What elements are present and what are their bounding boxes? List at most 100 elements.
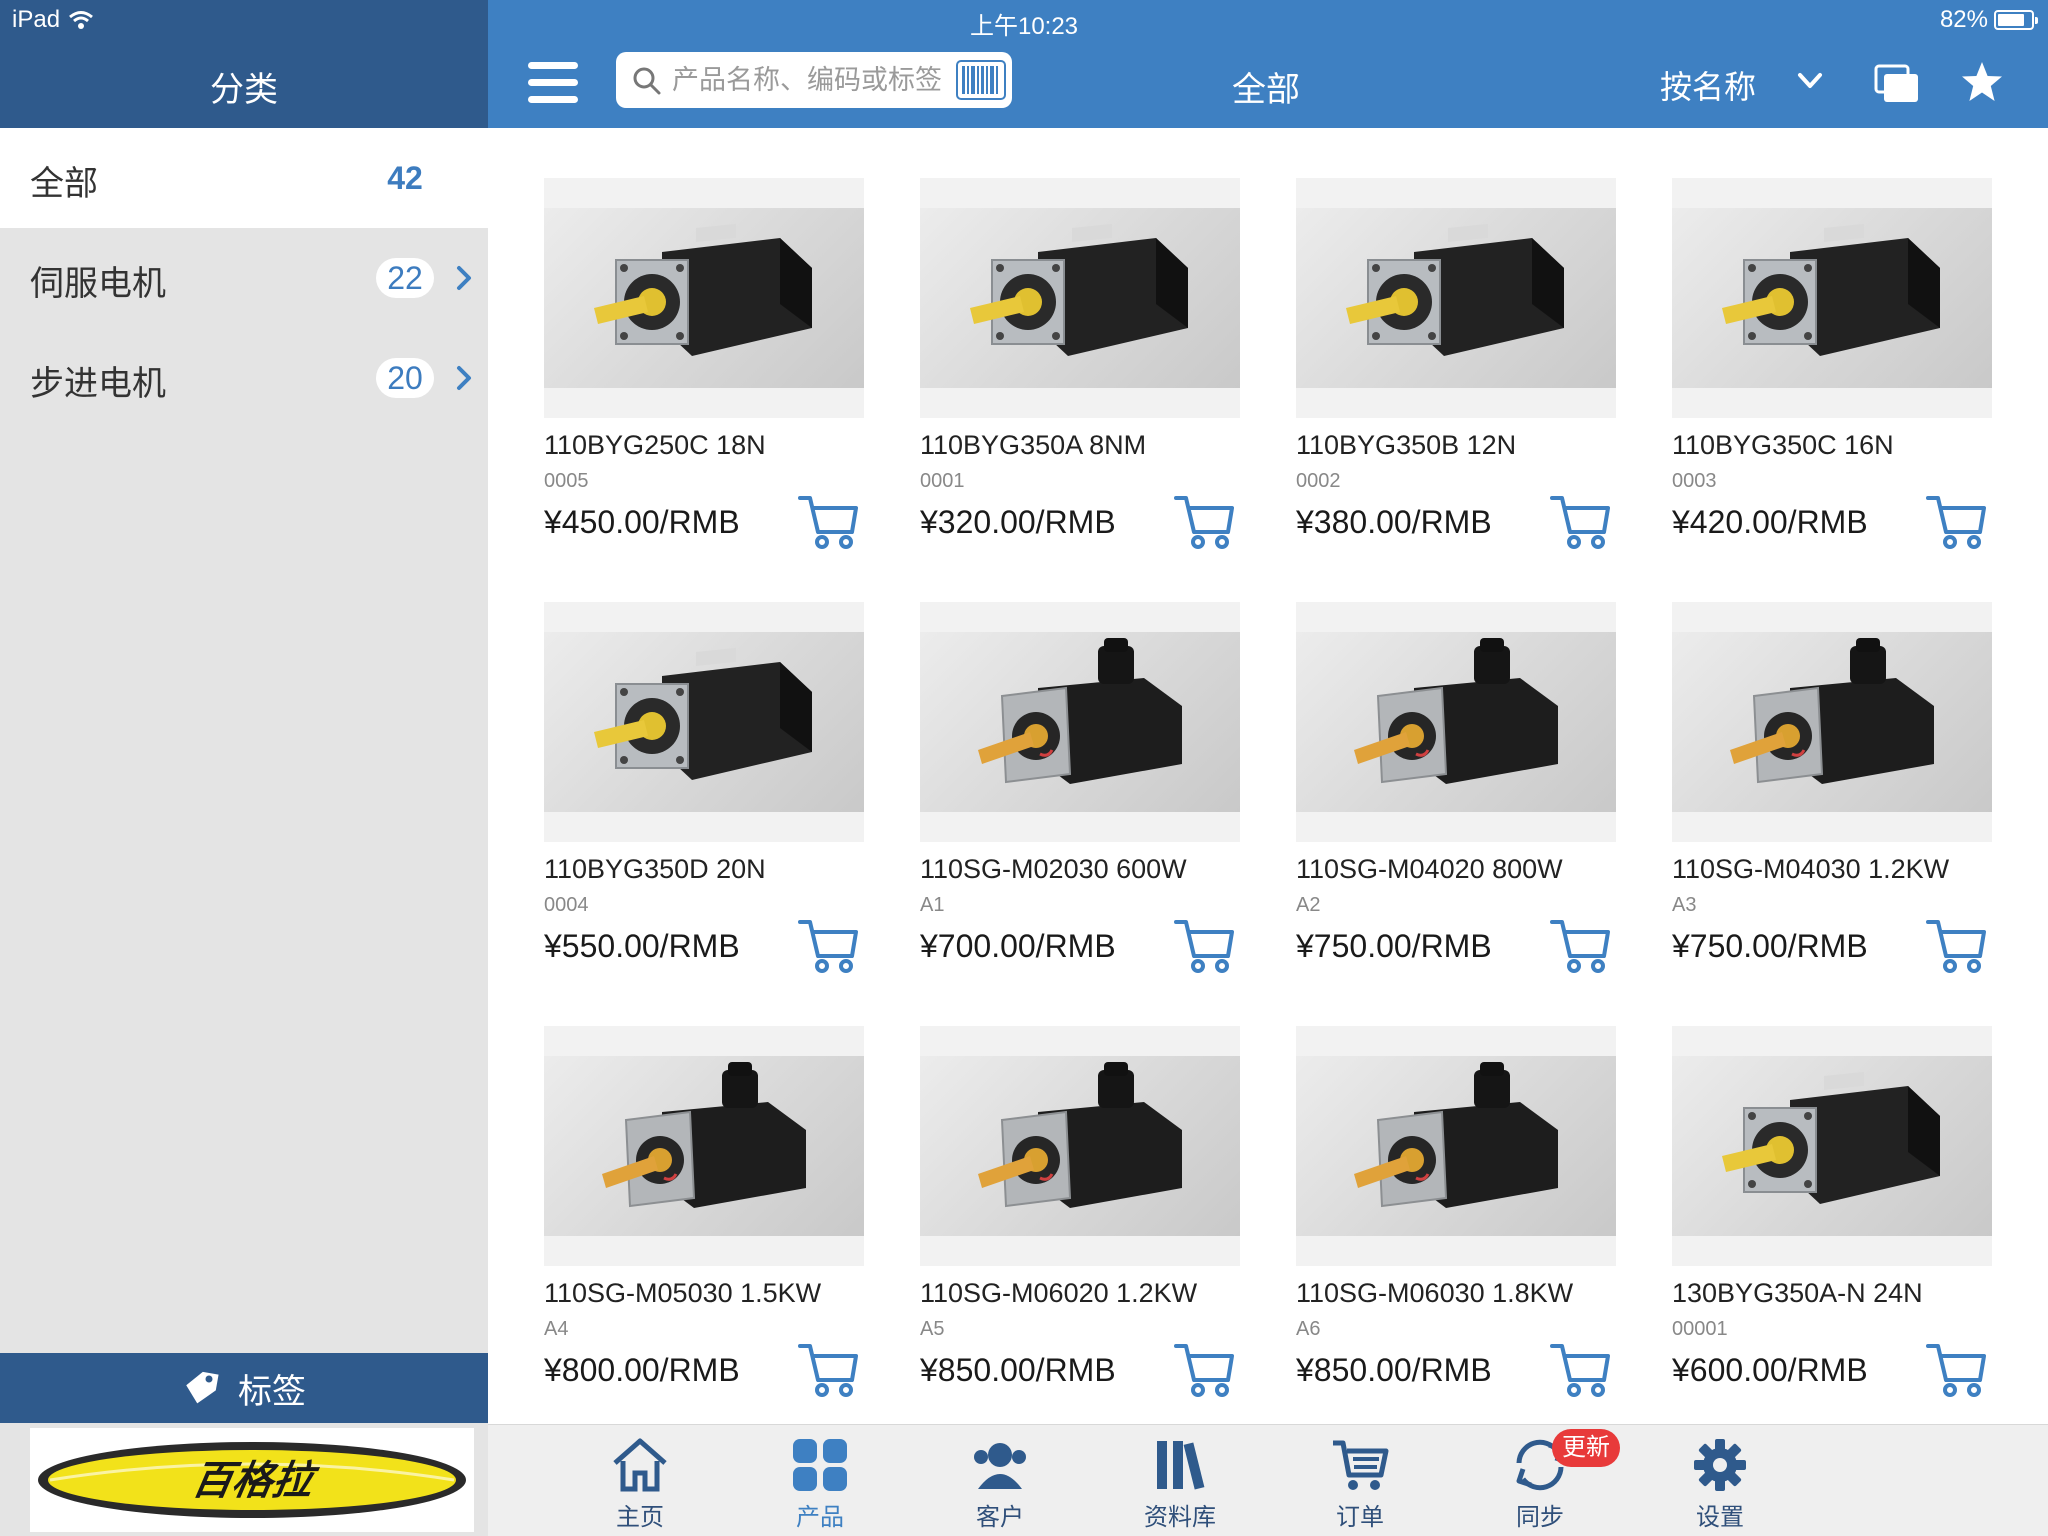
add-to-cart-icon[interactable] — [1172, 1336, 1236, 1400]
tab-library[interactable]: 资料库 — [1120, 1435, 1240, 1535]
tab-products[interactable]: 产品 — [760, 1435, 880, 1535]
tab-label: 产品 — [796, 1504, 844, 1531]
product-card[interactable]: 110SG-M05030 1.5KW A4 ¥800.00/RMB — [544, 1026, 864, 1426]
add-to-cart-icon[interactable] — [1548, 912, 1612, 976]
product-photo — [1672, 632, 1992, 812]
add-to-cart-icon[interactable] — [1548, 1336, 1612, 1400]
product-image[interactable] — [920, 602, 1240, 842]
product-price: ¥420.00/RMB — [1672, 504, 1868, 540]
category-count: 20 — [376, 358, 434, 398]
product-photo — [1296, 208, 1616, 388]
product-code: A5 — [920, 1318, 945, 1340]
product-name: 110SG-M02030 600W — [920, 854, 1187, 884]
product-image[interactable] — [1296, 602, 1616, 842]
category-label: 全部 — [30, 165, 98, 203]
product-card[interactable]: 110BYG350D 20N 0004 ¥550.00/RMB — [544, 602, 864, 1002]
chevron-down-icon[interactable] — [1796, 70, 1824, 92]
product-price: ¥450.00/RMB — [544, 504, 740, 540]
update-badge: 更新 — [1552, 1429, 1620, 1467]
product-photo — [920, 208, 1240, 388]
add-to-cart-icon[interactable] — [796, 488, 860, 552]
status-time: 上午10:23 — [969, 13, 1079, 40]
product-card[interactable]: 110BYG350C 16N 0003 ¥420.00/RMB — [1672, 178, 1992, 578]
category-item-servo-motors[interactable]: 伺服电机 22 — [0, 228, 488, 328]
add-to-cart-icon[interactable] — [1924, 912, 1988, 976]
product-code: A3 — [1672, 894, 1697, 916]
status-bar: iPad 上午10:23 82% — [0, 0, 2048, 40]
favorite-star-icon[interactable] — [1960, 60, 2004, 104]
customers-icon — [974, 1443, 1026, 1489]
battery-indicator: 82% — [1940, 6, 2038, 34]
product-card[interactable]: 110BYG350B 12N 0002 ¥380.00/RMB — [1296, 178, 1616, 578]
page-title: 全部 — [1232, 71, 1300, 109]
barcode-scan-icon[interactable] — [956, 60, 1006, 100]
product-code: A4 — [544, 1318, 569, 1340]
product-image[interactable] — [1672, 178, 1992, 418]
tab-orders[interactable]: 订单 — [1300, 1435, 1420, 1535]
chevron-right-icon — [457, 366, 471, 390]
tab-customers[interactable]: 客户 — [940, 1435, 1060, 1535]
product-name: 110SG-M06020 1.2KW — [920, 1278, 1198, 1308]
product-photo — [544, 1056, 864, 1236]
company-logo: 百格拉 — [30, 1428, 474, 1532]
category-count: 42 — [387, 160, 423, 196]
add-to-cart-icon[interactable] — [1924, 488, 1988, 552]
product-price: ¥850.00/RMB — [920, 1352, 1116, 1388]
add-to-cart-icon[interactable] — [1172, 912, 1236, 976]
product-image[interactable] — [1672, 1026, 1992, 1266]
add-to-cart-icon[interactable] — [796, 1336, 860, 1400]
product-name: 110BYG350C 16N — [1672, 430, 1894, 460]
menu-button[interactable] — [528, 62, 578, 104]
tab-home[interactable]: 主页 — [580, 1435, 700, 1535]
product-image[interactable] — [920, 178, 1240, 418]
product-image[interactable] — [1296, 1026, 1616, 1266]
product-name: 110BYG350B 12N — [1296, 430, 1517, 460]
product-card[interactable]: 110SG-M04020 800W A2 ¥750.00/RMB — [1296, 602, 1616, 1002]
menu-icon-line — [528, 96, 578, 103]
search-icon — [633, 67, 661, 95]
product-image[interactable] — [1672, 602, 1992, 842]
product-card[interactable]: 130BYG350A-N 24N 00001 ¥600.00/RMB — [1672, 1026, 1992, 1426]
product-card[interactable]: 110SG-M04030 1.2KW A3 ¥750.00/RMB — [1672, 602, 1992, 1002]
product-image[interactable] — [544, 178, 864, 418]
search-input[interactable] — [672, 58, 942, 102]
product-name: 110SG-M04030 1.2KW — [1672, 854, 1950, 884]
product-name: 110SG-M04020 800W — [1296, 854, 1563, 884]
product-name: 130BYG350A-N 24N — [1672, 1278, 1923, 1308]
tab-settings[interactable]: 设置 — [1660, 1435, 1780, 1535]
product-card[interactable]: 110SG-M06020 1.2KW A5 ¥850.00/RMB — [920, 1026, 1240, 1426]
product-price: ¥750.00/RMB — [1672, 928, 1868, 964]
tab-label: 同步 — [1516, 1504, 1564, 1531]
product-image[interactable] — [544, 602, 864, 842]
tab-label: 客户 — [976, 1504, 1024, 1531]
search-box[interactable] — [616, 52, 1012, 108]
add-to-cart-icon[interactable] — [1172, 488, 1236, 552]
product-card[interactable]: 110SG-M06030 1.8KW A6 ¥850.00/RMB — [1296, 1026, 1616, 1426]
product-price: ¥600.00/RMB — [1672, 1352, 1868, 1388]
product-price: ¥380.00/RMB — [1296, 504, 1492, 540]
add-to-cart-icon[interactable] — [1924, 1336, 1988, 1400]
sort-by-name-button[interactable]: 按名称 — [1660, 62, 1756, 108]
add-to-cart-icon[interactable] — [1548, 488, 1612, 552]
product-name: 110BYG350A 8NM — [920, 430, 1147, 460]
tags-button[interactable]: 标签 — [0, 1353, 488, 1423]
product-grid: 110BYG250C 18N 0005 ¥450.00/RMB 110BYG350A … — [488, 128, 2048, 1424]
copy-icon[interactable] — [1874, 64, 1920, 104]
tab-label: 订单 — [1336, 1504, 1384, 1531]
product-price: ¥320.00/RMB — [920, 504, 1116, 540]
product-card[interactable]: 110BYG250C 18N 0005 ¥450.00/RMB — [544, 178, 864, 578]
category-item-stepper-motors[interactable]: 步进电机 20 — [0, 328, 488, 428]
product-image[interactable] — [920, 1026, 1240, 1266]
product-image[interactable] — [1296, 178, 1616, 418]
product-name: 110BYG350D 20N — [544, 854, 766, 884]
product-card[interactable]: 110SG-M02030 600W A1 ¥700.00/RMB — [920, 602, 1240, 1002]
chevron-right-icon — [457, 266, 471, 290]
product-price: ¥800.00/RMB — [544, 1352, 740, 1388]
category-item-all[interactable]: 全部 42 — [0, 128, 488, 228]
product-card[interactable]: 110BYG350A 8NM 0001 ¥320.00/RMB — [920, 178, 1240, 578]
menu-icon-line — [528, 79, 578, 86]
tab-sync[interactable]: 同步 更新 — [1480, 1429, 1620, 1535]
add-to-cart-icon[interactable] — [796, 912, 860, 976]
product-image[interactable] — [544, 1026, 864, 1266]
tab-label: 设置 — [1696, 1504, 1744, 1531]
